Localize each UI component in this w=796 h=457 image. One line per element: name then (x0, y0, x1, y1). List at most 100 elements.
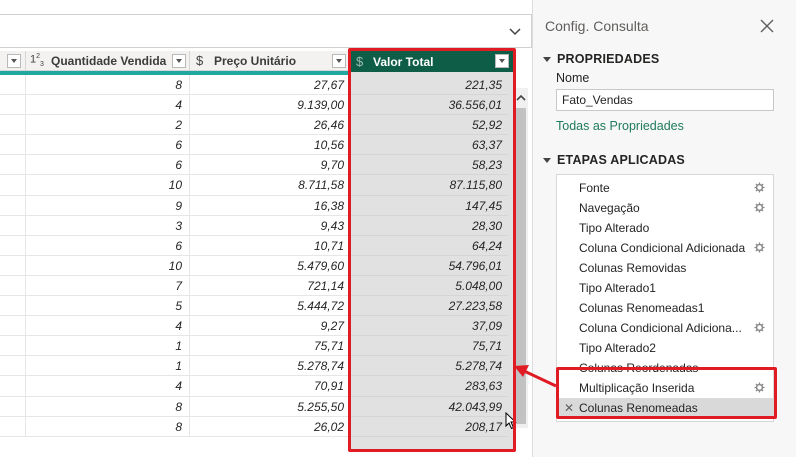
table-cell-preco[interactable]: 5.278,74 (190, 356, 352, 377)
table-cell-preco[interactable]: 9,43 (190, 215, 352, 236)
gear-icon[interactable] (754, 382, 765, 393)
table-cell-valor-total[interactable]: 5.048,00 (350, 276, 508, 296)
table-cell-preco[interactable]: 26,46 (190, 115, 352, 136)
scrollbar-thumb[interactable] (516, 108, 526, 424)
table-cell-preco[interactable]: 70,91 (190, 376, 352, 397)
table-cell-quantidade[interactable]: 7 (26, 275, 190, 296)
column-filter-button[interactable] (495, 54, 509, 68)
table-cell[interactable] (0, 336, 26, 357)
table-cell-quantidade[interactable]: 4 (26, 95, 190, 116)
section-header-properties[interactable]: PROPRIEDADES (543, 52, 659, 66)
table-cell-preco[interactable]: 9,27 (190, 316, 352, 337)
table-cell-preco[interactable]: 26,02 (190, 416, 352, 437)
table-cell-valor-total[interactable]: 87.115,80 (350, 175, 508, 195)
scroll-up-icon[interactable] (514, 92, 528, 104)
applied-step[interactable]: Coluna Condicional Adiciona... (557, 318, 773, 338)
table-cell-quantidade[interactable]: 2 (26, 115, 190, 136)
table-cell-preco[interactable]: 10,56 (190, 135, 352, 156)
table-cell-valor-total[interactable]: 63,37 (350, 135, 508, 155)
table-cell[interactable] (0, 275, 26, 296)
table-cell-valor-total[interactable]: 208,17 (350, 417, 508, 437)
table-cell[interactable] (0, 296, 26, 317)
table-cell-quantidade[interactable]: 3 (26, 215, 190, 236)
table-cell[interactable] (0, 376, 26, 397)
table-cell-quantidade[interactable]: 4 (26, 316, 190, 337)
table-cell-valor-total[interactable]: 58,23 (350, 155, 508, 175)
gear-icon[interactable] (754, 242, 765, 253)
table-cell[interactable] (0, 95, 26, 116)
table-cell[interactable] (0, 416, 26, 437)
table-cell-valor-total[interactable]: 42.043,99 (350, 397, 508, 417)
table-cell-quantidade[interactable]: 9 (26, 195, 190, 216)
table-cell[interactable] (0, 75, 26, 95)
applied-step[interactable]: Tipo Alterado2 (557, 338, 773, 358)
table-cell[interactable] (0, 316, 26, 337)
table-cell-valor-total[interactable]: 36.556,01 (350, 95, 508, 115)
table-cell-preco[interactable]: 10,71 (190, 235, 352, 256)
all-properties-link[interactable]: Todas as Propriedades (556, 119, 684, 133)
table-cell-quantidade[interactable]: 1 (26, 336, 190, 357)
table-cell-valor-total[interactable]: 75,71 (350, 336, 508, 356)
table-cell-quantidade[interactable]: 6 (26, 155, 190, 176)
formula-bar[interactable] (0, 14, 532, 48)
table-cell-valor-total[interactable]: 221,35 (350, 75, 508, 95)
table-cell-valor-total[interactable]: 37,09 (350, 316, 508, 336)
table-cell[interactable] (0, 195, 26, 216)
column-filter-button[interactable] (172, 54, 186, 68)
table-cell-preco[interactable]: 5.255,50 (190, 396, 352, 417)
table-cell-quantidade[interactable]: 8 (26, 396, 190, 417)
applied-step[interactable]: Navegação (557, 198, 773, 218)
delete-step-icon[interactable]: ✕ (564, 398, 574, 418)
table-cell-valor-total[interactable]: 52,92 (350, 115, 508, 135)
applied-step[interactable]: ✕ Colunas Renomeadas (557, 398, 773, 418)
applied-step[interactable]: Colunas Renomeadas1 (557, 298, 773, 318)
applied-step[interactable]: Colunas Reordenadas (557, 358, 773, 378)
table-cell-preco[interactable]: 75,71 (190, 336, 352, 357)
table-cell-quantidade[interactable]: 8 (26, 75, 190, 95)
applied-step[interactable]: Tipo Alterado1 (557, 278, 773, 298)
applied-step[interactable]: Tipo Alterado (557, 218, 773, 238)
table-cell-valor-total[interactable]: 28,30 (350, 216, 508, 236)
table-cell-preco[interactable]: 721,14 (190, 275, 352, 296)
table-cell-quantidade[interactable]: 6 (26, 235, 190, 256)
table-cell[interactable] (0, 356, 26, 377)
query-name-input[interactable]: Fato_Vendas (556, 89, 774, 111)
gear-icon[interactable] (754, 202, 765, 213)
column-header-preco-unitario[interactable]: $ Preço Unitário (190, 51, 350, 71)
gear-icon[interactable] (754, 322, 765, 333)
table-cell-quantidade[interactable]: 4 (26, 376, 190, 397)
table-cell[interactable] (0, 155, 26, 176)
table-cell[interactable] (0, 396, 26, 417)
table-cell[interactable] (0, 235, 26, 256)
applied-step[interactable]: Colunas Removidas (557, 258, 773, 278)
applied-step[interactable]: Fonte (557, 178, 773, 198)
table-cell-preco[interactable]: 9,70 (190, 155, 352, 176)
table-cell[interactable] (0, 135, 26, 156)
table-cell-quantidade[interactable]: 6 (26, 135, 190, 156)
table-cell-preco[interactable]: 27,67 (190, 75, 352, 95)
chevron-down-icon[interactable] (507, 23, 523, 39)
table-cell-valor-total[interactable]: 27.223,58 (350, 296, 508, 316)
table-cell-quantidade[interactable]: 10 (26, 175, 190, 196)
table-cell-valor-total[interactable]: 147,45 (350, 196, 508, 216)
table-cell-preco[interactable]: 16,38 (190, 195, 352, 216)
column-header-quantidade-vendida[interactable]: 123 Quantidade Vendida (26, 51, 190, 71)
table-cell[interactable] (0, 175, 26, 196)
table-cell-quantidade[interactable]: 1 (26, 356, 190, 377)
table-cell-valor-total[interactable]: 54.796,01 (350, 256, 508, 276)
table-cell[interactable] (0, 215, 26, 236)
table-cell[interactable] (0, 115, 26, 136)
close-icon[interactable] (760, 19, 774, 33)
gear-icon[interactable] (754, 182, 765, 193)
table-cell-quantidade[interactable]: 5 (26, 296, 190, 317)
table-cell-quantidade[interactable]: 8 (26, 416, 190, 437)
column-header-partial[interactable] (0, 51, 26, 71)
column-filter-button[interactable] (7, 54, 21, 68)
table-cell-preco[interactable]: 9.139,00 (190, 95, 352, 116)
table-cell[interactable] (0, 255, 26, 276)
applied-step[interactable]: Coluna Condicional Adicionada (557, 238, 773, 258)
table-cell-valor-total[interactable]: 283,63 (350, 376, 508, 396)
currency-type-icon[interactable]: $ (356, 54, 363, 69)
currency-type-icon[interactable]: $ (196, 53, 203, 68)
column-header-valor-total[interactable]: $ Valor Total (350, 51, 514, 72)
